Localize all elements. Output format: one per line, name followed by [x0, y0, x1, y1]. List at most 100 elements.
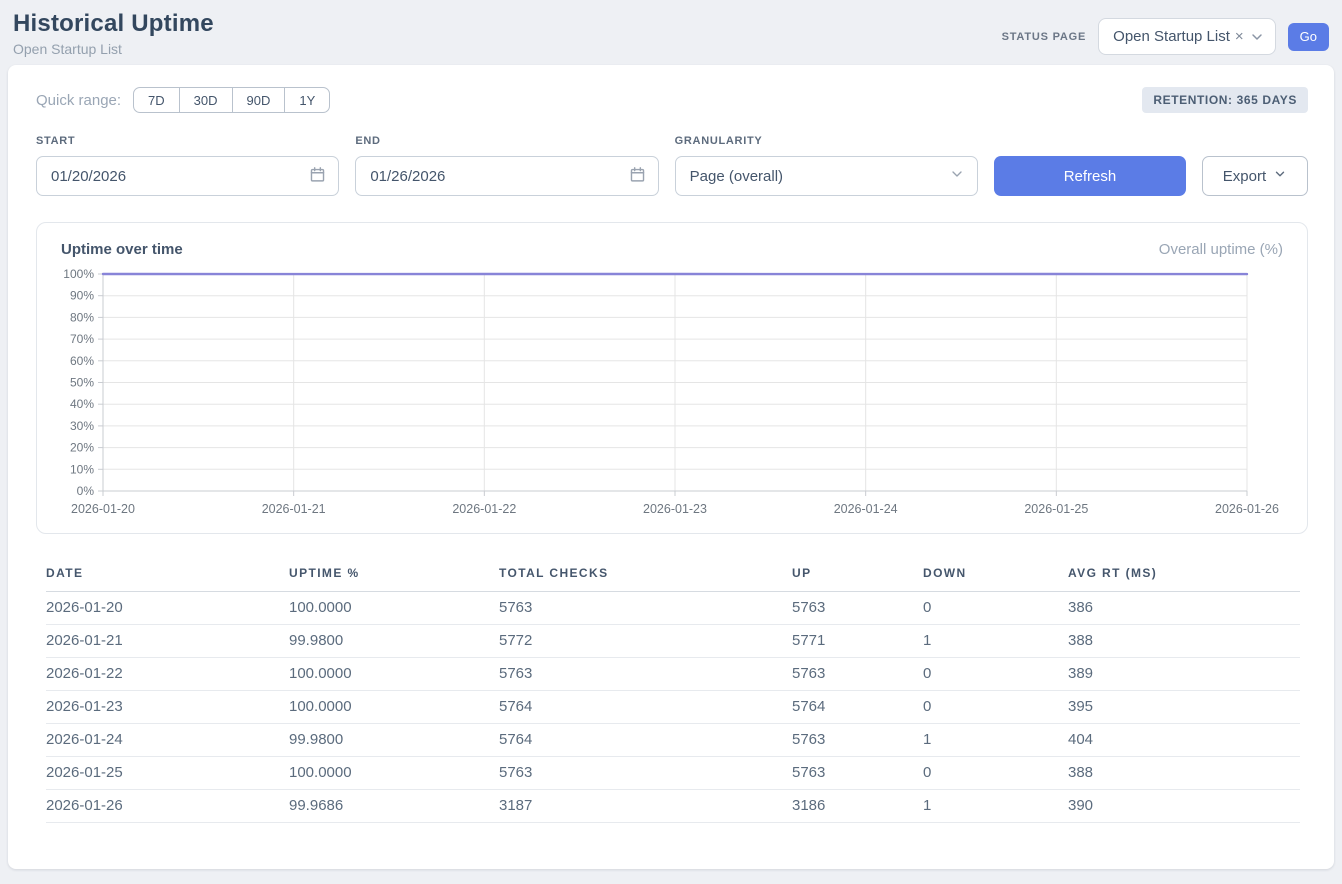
start-date-value: 01/20/2026 [51, 168, 126, 185]
quick-range-90d-button[interactable]: 90D [232, 87, 286, 113]
table-body: 2026-01-20100.00005763576303862026-01-21… [46, 592, 1300, 823]
uptime-table-wrap: DATEUPTIME %TOTAL CHECKSUPDOWNAVG RT (MS… [36, 558, 1308, 823]
svg-text:100%: 100% [63, 267, 94, 281]
table-cell: 2026-01-25 [46, 757, 289, 790]
table-cell: 5763 [499, 592, 792, 625]
table-cell: 2026-01-20 [46, 592, 289, 625]
header-controls: STATUS PAGE Open Startup List × Go [1002, 10, 1329, 55]
start-date-label: START [36, 135, 339, 147]
table-cell: 99.9800 [289, 724, 499, 757]
export-button[interactable]: Export [1202, 156, 1308, 196]
svg-text:50%: 50% [70, 376, 94, 390]
quick-range-label: Quick range: [36, 92, 121, 109]
table-cell: 1 [923, 724, 1068, 757]
uptime-table: DATEUPTIME %TOTAL CHECKSUPDOWNAVG RT (MS… [46, 558, 1300, 823]
calendar-icon[interactable] [309, 166, 326, 187]
table-cell: 2026-01-21 [46, 625, 289, 658]
table-cell: 0 [923, 658, 1068, 691]
table-cell: 5764 [499, 724, 792, 757]
page-header: Historical Uptime Open Startup List STAT… [0, 0, 1342, 63]
uptime-chart-card: Uptime over time Overall uptime (%) 0% 10… [36, 222, 1308, 534]
refresh-button[interactable]: Refresh [994, 156, 1186, 196]
svg-text:2026-01-24: 2026-01-24 [834, 502, 898, 516]
quick-range-7d-button[interactable]: 7D [133, 87, 180, 113]
table-cell: 3186 [792, 790, 923, 823]
svg-text:20%: 20% [70, 441, 94, 455]
page-title: Historical Uptime [13, 10, 214, 38]
clear-icon[interactable]: × [1234, 29, 1245, 44]
page-subtitle: Open Startup List [13, 41, 214, 57]
table-cell: 389 [1068, 658, 1300, 691]
table-header-row: DATEUPTIME %TOTAL CHECKSUPDOWNAVG RT (MS… [46, 558, 1300, 592]
retention-badge: RETENTION: 365 DAYS [1142, 87, 1308, 113]
quick-range-30d-button[interactable]: 30D [179, 87, 233, 113]
table-cell: 100.0000 [289, 658, 499, 691]
granularity-field: GRANULARITY Page (overall) [675, 135, 978, 196]
chart-title: Uptime over time [61, 241, 183, 258]
column-header: DATE [46, 558, 289, 592]
calendar-icon[interactable] [629, 166, 646, 187]
table-cell: 5763 [792, 592, 923, 625]
svg-text:90%: 90% [70, 289, 94, 303]
go-button[interactable]: Go [1288, 23, 1329, 51]
quick-range-group: 7D 30D 90D 1Y [133, 87, 330, 113]
chevron-down-icon [1249, 29, 1265, 45]
table-cell: 100.0000 [289, 592, 499, 625]
table-cell: 2026-01-23 [46, 691, 289, 724]
status-page-select[interactable]: Open Startup List × [1098, 18, 1276, 55]
granularity-select[interactable]: Page (overall) [675, 156, 978, 196]
table-cell: 2026-01-26 [46, 790, 289, 823]
table-cell: 99.9686 [289, 790, 499, 823]
table-cell: 0 [923, 757, 1068, 790]
svg-text:2026-01-25: 2026-01-25 [1024, 502, 1088, 516]
column-header: DOWN [923, 558, 1068, 592]
title-block: Historical Uptime Open Startup List [13, 10, 214, 57]
end-date-field: END 01/26/2026 [355, 135, 658, 196]
main-panel: Quick range: 7D 30D 90D 1Y RETENTION: 36… [8, 65, 1334, 869]
table-cell: 390 [1068, 790, 1300, 823]
table-cell: 386 [1068, 592, 1300, 625]
column-header: AVG RT (MS) [1068, 558, 1300, 592]
table-row: 2026-01-23100.0000576457640395 [46, 691, 1300, 724]
svg-text:2026-01-21: 2026-01-21 [262, 502, 326, 516]
export-button-label: Export [1223, 168, 1266, 185]
end-date-input[interactable]: 01/26/2026 [355, 156, 658, 196]
chart-legend: Overall uptime (%) [1159, 241, 1283, 258]
table-cell: 404 [1068, 724, 1300, 757]
table-cell: 5763 [792, 757, 923, 790]
table-cell: 0 [923, 691, 1068, 724]
svg-text:70%: 70% [70, 332, 94, 346]
table-cell: 3187 [499, 790, 792, 823]
uptime-chart-svg: 0%10%20%30%40%50%60%70%80%90%100%2026-01… [61, 266, 1283, 520]
start-date-input[interactable]: 01/20/2026 [36, 156, 339, 196]
column-header: TOTAL CHECKS [499, 558, 792, 592]
status-page-label: STATUS PAGE [1002, 31, 1087, 43]
start-date-field: START 01/20/2026 [36, 135, 339, 196]
table-row: 2026-01-20100.0000576357630386 [46, 592, 1300, 625]
table-cell: 0 [923, 592, 1068, 625]
table-cell: 388 [1068, 757, 1300, 790]
end-date-label: END [355, 135, 658, 147]
table-cell: 1 [923, 625, 1068, 658]
table-cell: 395 [1068, 691, 1300, 724]
table-cell: 5764 [792, 691, 923, 724]
svg-text:2026-01-20: 2026-01-20 [71, 502, 135, 516]
granularity-value: Page (overall) [690, 168, 783, 185]
svg-text:0%: 0% [77, 484, 95, 498]
svg-text:2026-01-23: 2026-01-23 [643, 502, 707, 516]
status-page-select-value: Open Startup List [1113, 28, 1230, 45]
table-cell: 5763 [792, 724, 923, 757]
table-row: 2026-01-2699.9686318731861390 [46, 790, 1300, 823]
table-cell: 2026-01-24 [46, 724, 289, 757]
table-cell: 5771 [792, 625, 923, 658]
column-header: UP [792, 558, 923, 592]
quick-range-1y-button[interactable]: 1Y [284, 87, 330, 113]
table-row: 2026-01-2199.9800577257711388 [46, 625, 1300, 658]
chevron-down-icon [949, 166, 965, 186]
svg-text:30%: 30% [70, 419, 94, 433]
svg-text:10%: 10% [70, 462, 94, 476]
table-cell: 5763 [499, 757, 792, 790]
quick-range-row: Quick range: 7D 30D 90D 1Y RETENTION: 36… [36, 87, 1308, 113]
svg-text:2026-01-22: 2026-01-22 [452, 502, 516, 516]
table-row: 2026-01-22100.0000576357630389 [46, 658, 1300, 691]
